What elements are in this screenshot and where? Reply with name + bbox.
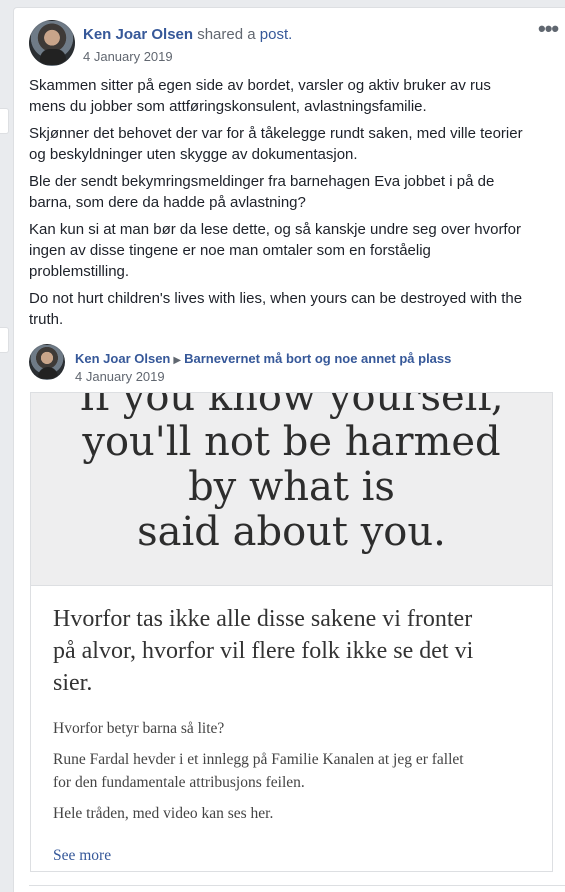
post-paragraph: Do not hurt children's lives with lies, …	[29, 290, 523, 328]
attachment-paragraph: Rune Fardal hevder i et innlegg på Famil…	[53, 751, 464, 791]
shared-text: shared a	[193, 26, 260, 43]
post-paragraph: Skjønner det behovet der var for å tåkel…	[29, 125, 523, 163]
group-link[interactable]: Barnevernet må bort og noe annet på plas…	[184, 351, 451, 366]
attachment-paragraph: Hele tråden, med video kan ses her.	[53, 805, 274, 822]
more-options-icon[interactable]: •••	[538, 18, 559, 40]
divider	[29, 885, 565, 886]
shared-author-line: Ken Joar Olsen ▶ Barnevernet må bort og no…	[75, 351, 451, 366]
left-column-tab	[0, 327, 9, 353]
attachment-title[interactable]: Hvorfor tas ikke alle disse sakene vi fr…	[53, 603, 533, 699]
post-paragraph: Ble der sendt bekymringsmeldinger fra ba…	[29, 173, 495, 211]
post-header: Ken Joar Olsen shared a post. 4 January …	[29, 20, 549, 66]
author-avatar[interactable]	[29, 20, 75, 66]
attachment-text: Hvorfor tas ikke alle disse sakene vi fr…	[53, 603, 533, 865]
post-paragraph: Kan kun si at man bør da lese dette, og …	[29, 221, 521, 280]
post-link[interactable]: post.	[260, 26, 293, 43]
see-more-link[interactable]: See more	[53, 847, 111, 865]
author-name-link[interactable]: Ken Joar Olsen	[83, 26, 193, 43]
shared-post-date[interactable]: 4 January 2019	[75, 369, 165, 384]
post-date[interactable]: 4 January 2019	[83, 49, 173, 64]
shared-author-avatar[interactable]	[29, 344, 65, 380]
attachment-paragraph: Hvorfor betyr barna så lite?	[53, 720, 225, 737]
shared-author-link[interactable]: Ken Joar Olsen	[75, 351, 170, 366]
left-column-edge	[0, 0, 9, 892]
shared-post-header: Ken Joar Olsen ▶ Barnevernet må bort og no…	[29, 344, 549, 384]
author-line: Ken Joar Olsen shared a post.	[83, 26, 292, 43]
post-paragraph: Skammen sitter på egen side av bordet, v…	[29, 77, 491, 115]
caret-right-icon: ▶	[173, 355, 182, 366]
post-card: Ken Joar Olsen shared a post. 4 January …	[13, 7, 565, 892]
post-text: Skammen sitter på egen side av bordet, v…	[29, 75, 559, 336]
quote-image-text: If you know yourself, you'll not be harm…	[79, 393, 504, 555]
left-column-tab	[0, 108, 9, 134]
link-attachment[interactable]: If you know yourself, you'll not be harm…	[30, 392, 553, 872]
attachment-image[interactable]: If you know yourself, you'll not be harm…	[31, 393, 552, 586]
